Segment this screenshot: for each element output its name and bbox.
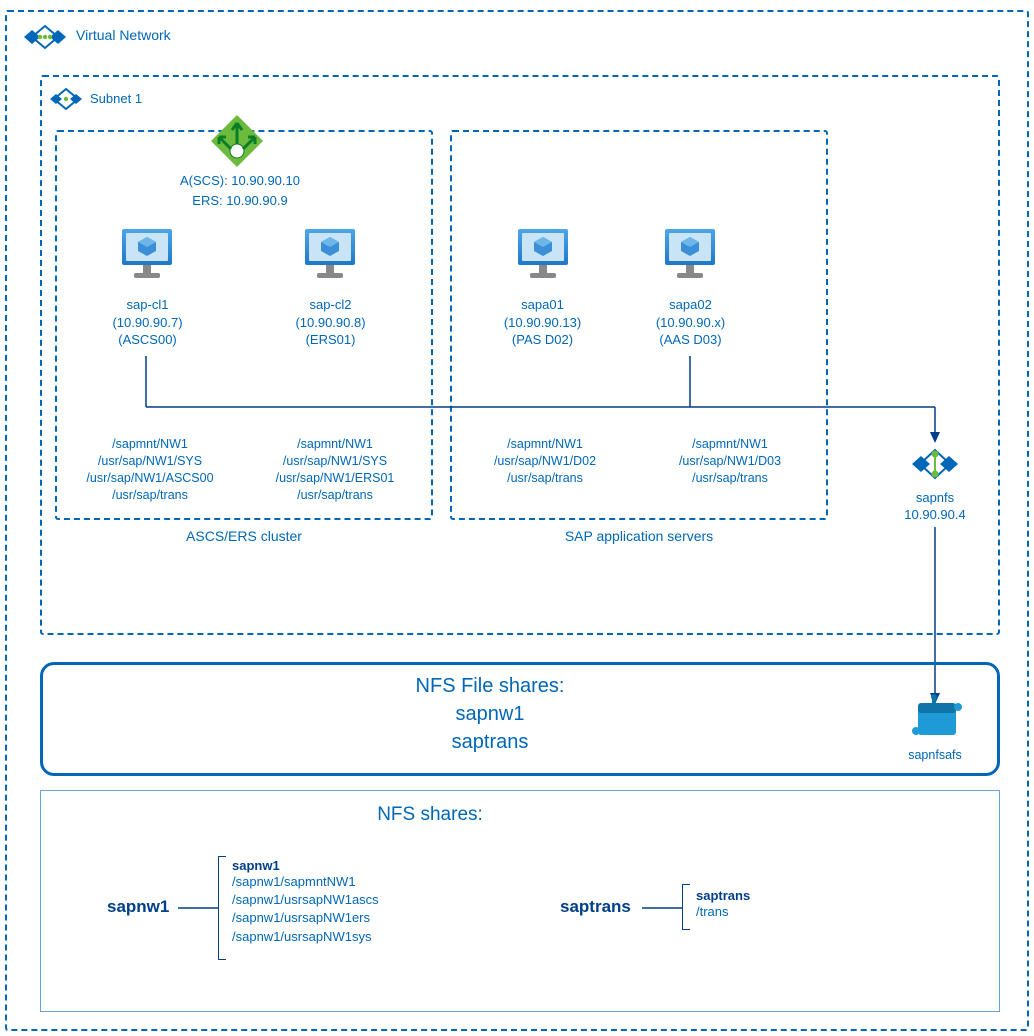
connector-line [642, 907, 682, 909]
shares-title: NFS shares: [300, 804, 560, 826]
connector-bus [0, 0, 1034, 770]
share2-name: saptrans [560, 897, 631, 917]
nfs-share2: saptrans [360, 731, 620, 754]
connector-line [178, 907, 218, 909]
share1-details: sapnw1 /sapnw1/sapmntNW1 /sapnw1/usrsapN… [232, 858, 379, 946]
share1-name: sapnw1 [107, 897, 169, 917]
diagram-canvas: Virtual Network Subnet 1 ASCS/ERS cluste… [0, 0, 1034, 1036]
share2-details: saptrans /trans [696, 888, 750, 921]
sapnfs-label: sapnfs 10.90.90.4 [890, 490, 980, 524]
sapnfsafs-label: sapnfsafs [895, 748, 975, 762]
bracket-icon [682, 884, 690, 930]
storage-icon [908, 693, 964, 743]
nfs-title: NFS File shares: [360, 675, 620, 698]
nfs-share1: sapnw1 [360, 703, 620, 726]
endpoint-icon [908, 440, 962, 488]
bracket-icon [218, 856, 226, 960]
